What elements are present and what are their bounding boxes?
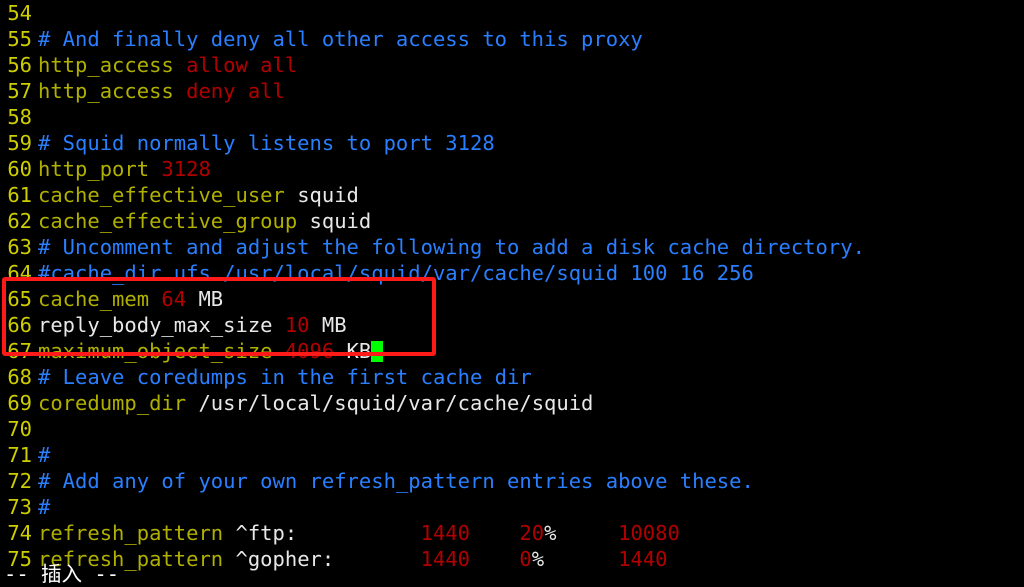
code-line[interactable]: 60 http_port 3128 [0, 156, 1024, 182]
code-line[interactable]: 73 # [0, 494, 1024, 520]
line-number: 67 [7, 339, 32, 363]
code-token: # Leave coredumps in the first cache dir [38, 365, 532, 389]
code-token: KB [334, 339, 372, 363]
code-token: ^ftp: [235, 521, 298, 545]
code-token: maximum_object_size [38, 339, 285, 363]
code-token: # [38, 443, 51, 467]
code-line[interactable]: 57 http_access deny all [0, 78, 1024, 104]
code-token: # And finally deny all other access to t… [38, 27, 643, 51]
code-token: refresh_pattern [38, 521, 236, 545]
code-token: cache_effective_group [38, 209, 310, 233]
line-number: 73 [7, 495, 32, 519]
code-token: deny all [186, 79, 285, 103]
code-token: cache_mem [38, 287, 162, 311]
code-token: allow all [186, 53, 298, 77]
code-token: # Add any of your own refresh_pattern en… [38, 469, 754, 493]
code-token: % [544, 521, 557, 545]
code-line[interactable]: 71 # [0, 442, 1024, 468]
code-line[interactable]: 70 [0, 416, 1024, 442]
code-token: 0 [519, 547, 532, 571]
code-token: 1440 [420, 521, 470, 545]
code-line[interactable]: 66 reply_body_max_size 10 MB [0, 312, 1024, 338]
editor-text-area[interactable]: 54 55 # And finally deny all other access … [0, 0, 1024, 572]
code-token: 64 [161, 287, 187, 311]
code-line[interactable]: 56 http_access allow all [0, 52, 1024, 78]
code-line[interactable]: 67 maximum_object_size 4096 KB [0, 338, 1024, 364]
code-token: http_port [38, 157, 162, 181]
code-token: 1440 [618, 547, 668, 571]
code-token: http_access [38, 53, 187, 77]
code-token: squid [309, 209, 372, 233]
code-token: /usr/local/squid/var/cache/squid [198, 391, 594, 415]
code-line[interactable]: 64 #cache_dir ufs /usr/local/squid/var/ca… [0, 260, 1024, 286]
line-number: 54 [7, 1, 32, 25]
line-number: 59 [7, 131, 32, 155]
code-token: http_access [38, 79, 187, 103]
code-token: # Squid normally listens to port 3128 [38, 131, 495, 155]
code-token: MB [186, 287, 224, 311]
text-cursor [371, 341, 384, 362]
line-number: 63 [7, 235, 32, 259]
line-number: 66 [7, 313, 32, 337]
code-token: 4096 [284, 339, 335, 363]
code-line[interactable]: 62 cache_effective_group squid [0, 208, 1024, 234]
code-line[interactable]: 55 # And finally deny all other access to… [0, 26, 1024, 52]
line-number: 55 [7, 27, 32, 51]
line-number: 61 [7, 183, 32, 207]
line-number: 64 [7, 261, 32, 285]
code-token: 1440 [420, 547, 471, 571]
code-line[interactable]: 65 cache_mem 64 MB [0, 286, 1024, 312]
code-token: # Uncomment and adjust the following to … [38, 235, 865, 259]
code-token: #cache_dir ufs /usr/local/squid/var/cach… [38, 261, 754, 285]
code-line[interactable]: 72 # Add any of your own refresh_pattern … [0, 468, 1024, 494]
code-token: coredump_dir [38, 391, 199, 415]
code-line[interactable]: 54 [0, 0, 1024, 26]
line-number: 71 [7, 443, 32, 467]
line-number: 72 [7, 469, 32, 493]
code-token: ^gopher: [235, 547, 335, 571]
code-line[interactable]: 68 # Leave coredumps in the first cache d… [0, 364, 1024, 390]
code-token: MB [309, 313, 347, 337]
code-token: 3128 [161, 157, 211, 181]
code-line[interactable]: 75 refresh_pattern ^gopher: 1440 0% 1440 [0, 546, 1024, 572]
code-token: 10 [284, 313, 310, 337]
code-token: cache_effective_user [38, 183, 298, 207]
code-line[interactable]: 61 cache_effective_user squid [0, 182, 1024, 208]
code-token: squid [297, 183, 359, 207]
code-line[interactable]: 59 # Squid normally listens to port 3128 [0, 130, 1024, 156]
code-line[interactable]: 58 [0, 104, 1024, 130]
code-token: % [531, 547, 545, 571]
code-token: reply_body_max_size [38, 313, 285, 337]
code-token: 10080 [618, 521, 680, 545]
code-line[interactable]: 74 refresh_pattern ^ftp: 1440 20% 10080 [0, 520, 1024, 546]
line-number: 56 [7, 53, 32, 77]
line-number: 57 [7, 79, 32, 103]
code-line[interactable]: 69 coredump_dir /usr/local/squid/var/cach… [0, 390, 1024, 416]
line-number: 70 [7, 417, 32, 441]
line-number: 65 [7, 287, 32, 311]
line-number: 68 [7, 365, 32, 389]
code-token: 20 [519, 521, 545, 545]
line-number: 58 [7, 105, 32, 129]
line-number: 62 [7, 209, 32, 233]
terminal-window: 54 55 # And finally deny all other access … [0, 0, 1024, 586]
code-line[interactable]: 63 # Uncomment and adjust the following t… [0, 234, 1024, 260]
line-number: 74 [7, 521, 32, 545]
line-number: 69 [7, 391, 32, 415]
line-number: 60 [7, 157, 32, 181]
code-token: # [38, 495, 51, 519]
vim-status-line: -- 插入 -- [4, 562, 120, 586]
